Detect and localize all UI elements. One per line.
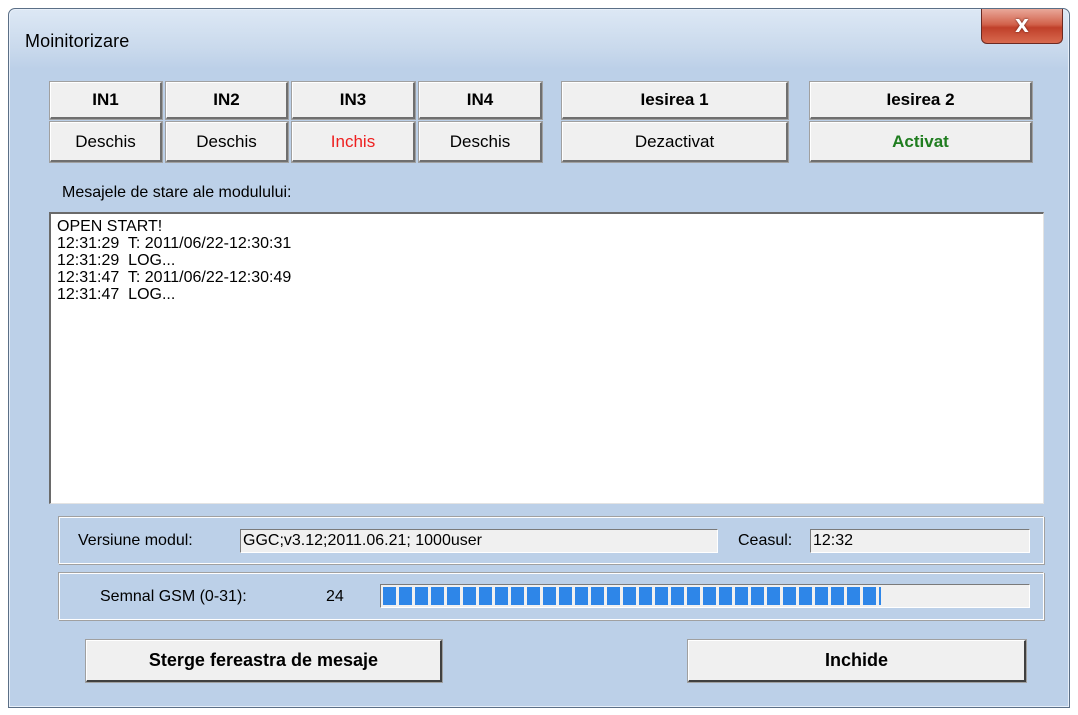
gsm-signal-fill	[383, 587, 882, 605]
clock-label: Ceasul:	[738, 532, 793, 549]
close-icon: X	[1015, 15, 1029, 37]
in3-state: Inchis	[291, 121, 416, 163]
version-label: Versiune modul:	[78, 532, 193, 549]
message-line: 12:31:29 LOG...	[57, 252, 176, 269]
clock-field: 12:32	[810, 529, 1030, 553]
window-title: Moinitorizare	[25, 31, 130, 51]
output1-state: Dezactivat	[561, 121, 789, 163]
message-line: OPEN START!	[57, 218, 163, 235]
message-line: 12:31:29 T: 2011/06/22-12:30:31	[57, 235, 292, 252]
in4-header: IN4	[418, 81, 543, 120]
in4-state: Deschis	[418, 121, 543, 163]
output2-header: Iesirea 2	[809, 81, 1033, 120]
in3-header: IN3	[291, 81, 416, 120]
gsm-label: Semnal GSM (0-31):	[100, 588, 247, 605]
messages-textarea[interactable]: OPEN START! 12:31:29 T: 2011/06/22-12:30…	[49, 212, 1044, 504]
clear-messages-button[interactable]: Sterge fereastra de mesaje	[85, 639, 443, 683]
messages-label: Mesajele de stare ale modulului:	[62, 184, 292, 201]
close-button[interactable]: Inchide	[687, 639, 1027, 683]
in1-header: IN1	[49, 81, 163, 120]
in2-header: IN2	[165, 81, 289, 120]
close-window-button[interactable]: X	[981, 9, 1063, 44]
output1-header: Iesirea 1	[561, 81, 789, 120]
gsm-value: 24	[326, 588, 344, 605]
in1-state: Deschis	[49, 121, 163, 163]
message-line: 12:31:47 LOG...	[57, 286, 176, 303]
in2-state: Deschis	[165, 121, 289, 163]
message-line: 12:31:47 T: 2011/06/22-12:30:49	[57, 269, 292, 286]
version-field: GGC;v3.12;2011.06.21; 1000user	[240, 529, 718, 553]
gsm-signal-bar	[380, 584, 1030, 608]
output2-state: Activat	[809, 121, 1033, 163]
